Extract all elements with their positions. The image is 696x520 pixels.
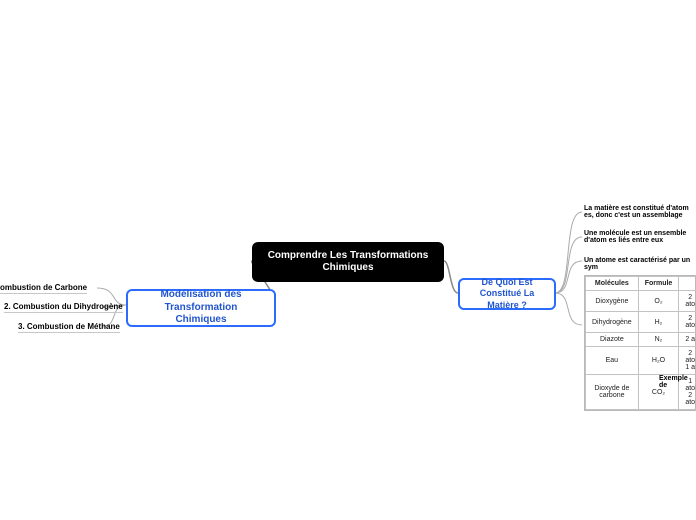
right-fact-2[interactable]: Une molécule est un ensemble d'atom es l… [584, 230, 696, 244]
left-branch-label: Modélisation des Transformation Chimique… [138, 289, 264, 327]
cell: Dioxygène [586, 291, 639, 312]
molecule-table: Molécules Formule Dioxygène O₂ 2 ato Dih… [584, 275, 696, 411]
cell: H₂ [638, 312, 679, 333]
cell: O₂ [638, 291, 679, 312]
left-leaf-3[interactable]: 3. Combustion de Méthane [18, 322, 120, 333]
root-title: Comprendre Les Transformations Chimiques [262, 250, 434, 275]
table-caption: Exemple de [659, 375, 696, 389]
right-fact-1[interactable]: La matière est constitué d'atom es, donc… [584, 205, 696, 219]
right-branch-node[interactable]: De Quoi Est Constitué La Matière ? [458, 278, 556, 310]
cell: N₂ [638, 333, 679, 347]
cell: 2 ato [679, 312, 696, 333]
cell: Diazote [586, 333, 639, 347]
table-row: Eau H₂O 2 ato 1 a [586, 347, 696, 375]
cell: H₂O [638, 347, 679, 375]
th-2: Formule [638, 277, 679, 291]
cell: 2 ato [679, 291, 696, 312]
table-row: Diazote N₂ 2 a [586, 333, 696, 347]
cell: Dihydrogène [586, 312, 639, 333]
cell: Dioxyde de carbone [586, 375, 639, 410]
right-branch-label: De Quoi Est Constitué La Matière ? [470, 277, 544, 311]
table-row: Dioxygène O₂ 2 ato [586, 291, 696, 312]
th-1: Molécules [586, 277, 639, 291]
cell: Eau [586, 347, 639, 375]
right-fact-3[interactable]: Un atome est caractérisé par un sym [584, 257, 696, 271]
left-leaf-2[interactable]: 2. Combustion du Dihydrogène [4, 302, 123, 313]
th-3 [679, 277, 696, 291]
table-row: Dihydrogène H₂ 2 ato [586, 312, 696, 333]
cell: 2 ato 1 a [679, 347, 696, 375]
left-branch-node[interactable]: Modélisation des Transformation Chimique… [126, 289, 276, 327]
cell: 2 a [679, 333, 696, 347]
left-leaf-1[interactable]: ombustion de Carbone [0, 283, 87, 294]
root-node[interactable]: Comprendre Les Transformations Chimiques [252, 242, 444, 282]
